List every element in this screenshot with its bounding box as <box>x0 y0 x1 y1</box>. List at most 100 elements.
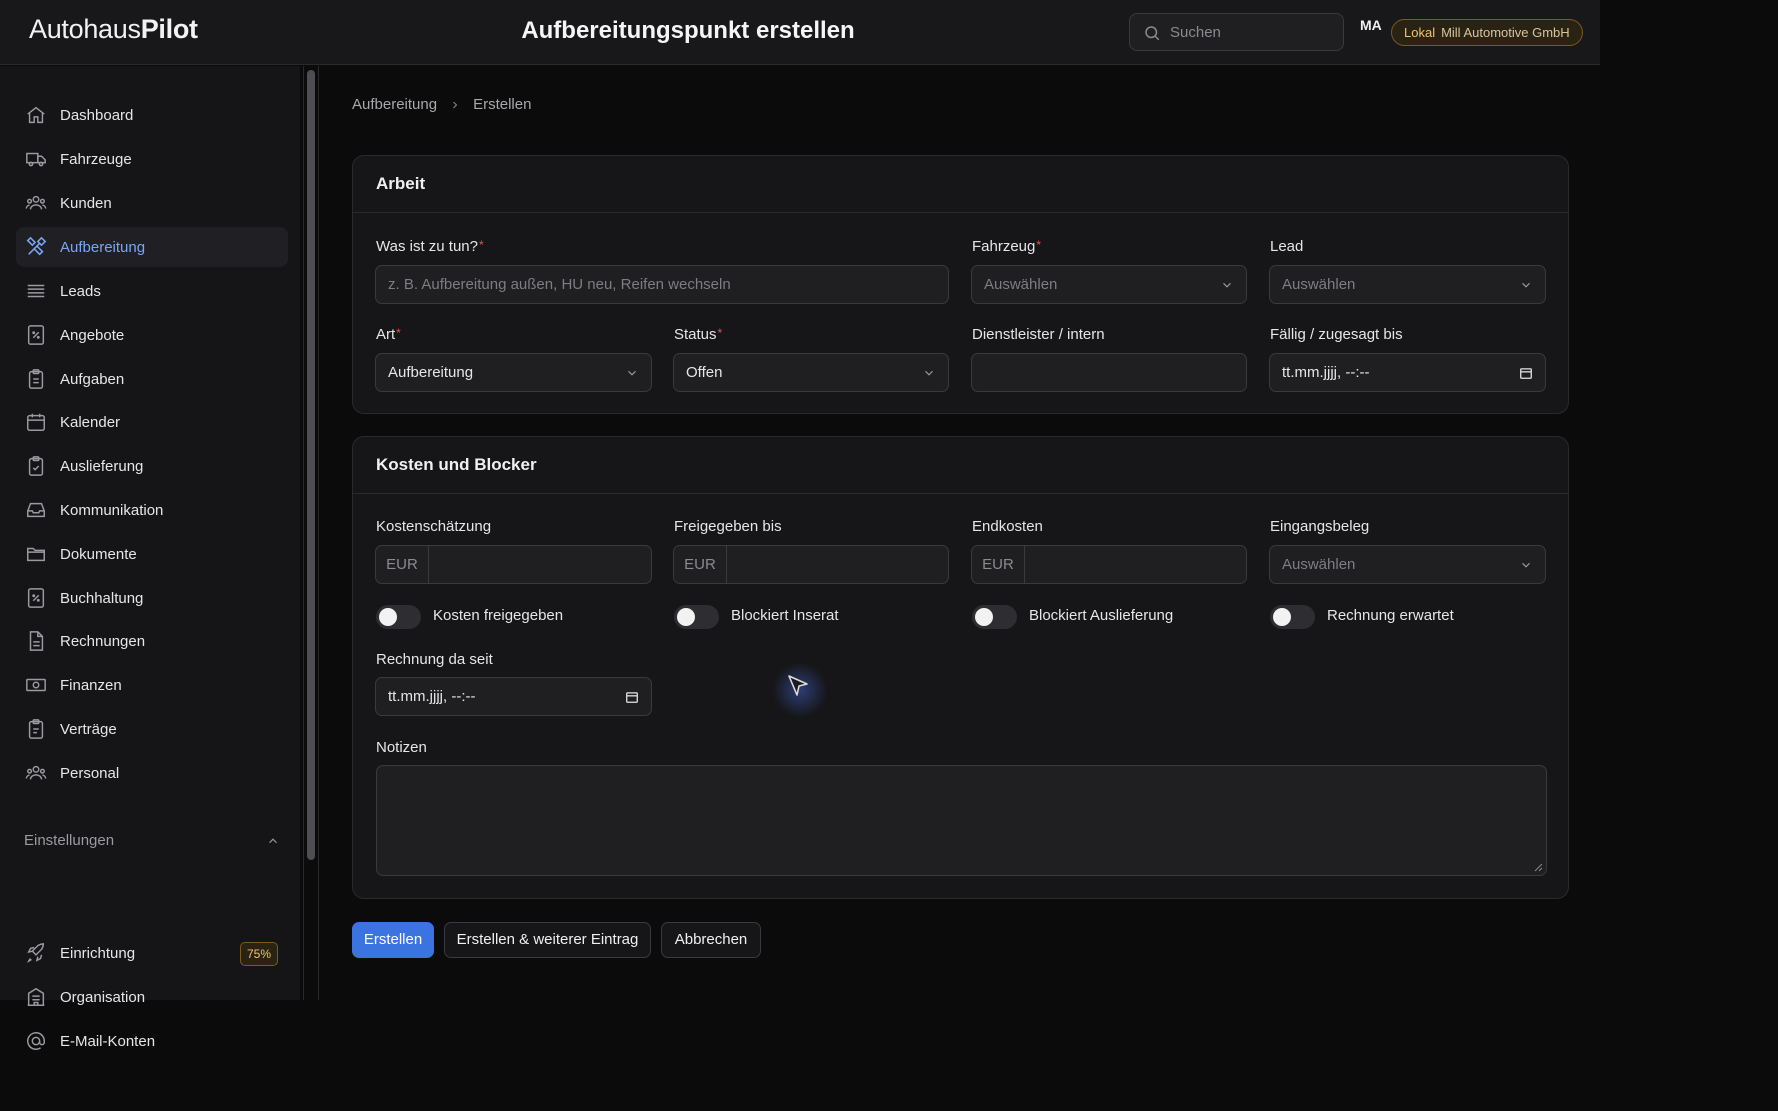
sidebar-item-kunden[interactable]: Kunden <box>16 183 288 223</box>
cancel-button[interactable]: Abbrechen <box>661 922 761 958</box>
sidebar-item-organisation[interactable]: Organisation <box>16 977 288 1017</box>
folder-icon <box>25 543 47 565</box>
sidebar-item-personal[interactable]: Personal <box>16 753 288 793</box>
sidebar: Dashboard Fahrzeuge Kunden Aufbereitung … <box>0 66 300 1050</box>
sidebar-item-label: Angebote <box>60 326 125 344</box>
task-input[interactable]: z. B. Aufbereitung außen, HU neu, Reifen… <box>375 265 949 304</box>
due-datetime-input[interactable]: tt.mm.jjjj, --:-- <box>1269 353 1546 392</box>
lead-select[interactable]: Auswählen <box>1269 265 1546 304</box>
invoice-expected-label: Rechnung erwartet <box>1327 607 1454 624</box>
type-label: Art* <box>376 326 401 343</box>
search-icon <box>1145 26 1160 41</box>
at-icon <box>25 1030 47 1052</box>
type-select[interactable]: Aufbereitung <box>375 353 652 392</box>
resize-grip-icon[interactable] <box>1533 862 1543 872</box>
sidebar-item-einrichtung[interactable]: Einrichtung 75% <box>16 933 288 973</box>
sidebar-item-dashboard[interactable]: Dashboard <box>16 95 288 135</box>
currency-prefix: EUR <box>972 546 1025 583</box>
chevron-up-icon <box>269 838 277 844</box>
chevron-down-icon <box>1223 282 1231 288</box>
receipt-select[interactable]: Auswählen <box>1269 545 1546 584</box>
sidebar-item-label: Dokumente <box>60 545 137 563</box>
settings-section-toggle[interactable]: Einstellungen <box>24 832 280 849</box>
provider-input[interactable] <box>971 353 1247 392</box>
organization-name: Mill Automotive GmbH <box>1441 25 1570 40</box>
sidebar-item-label: E-Mail-Konten <box>60 1032 156 1050</box>
inbox-icon <box>25 499 47 521</box>
sidebar-item-leads[interactable]: Leads <box>16 271 288 311</box>
final-cost-input[interactable]: EUR <box>971 545 1247 584</box>
sidebar-item-label: Kommunikation <box>60 501 164 519</box>
sidebar-item-aufgaben[interactable]: Aufgaben <box>16 359 288 399</box>
released-input[interactable]: EUR <box>673 545 949 584</box>
users-icon <box>25 762 47 784</box>
breadcrumb-parent[interactable]: Aufbereitung <box>352 96 437 113</box>
blocks-delivery-toggle[interactable] <box>972 605 1017 629</box>
task-label: Was ist zu tun?* <box>376 238 484 255</box>
avatar[interactable]: MA <box>1360 17 1382 33</box>
chevron-right-icon <box>449 99 461 111</box>
sidebar-item-label: Organisation <box>60 988 146 1006</box>
sidebar-item-label: Rechnungen <box>60 632 146 650</box>
sidebar-item-aufbereitung[interactable]: Aufbereitung <box>16 227 288 267</box>
users-icon <box>25 192 47 214</box>
sidebar-item-finanzen[interactable]: Finanzen <box>16 665 288 705</box>
blocks-delivery-label: Blockiert Auslieferung <box>1029 607 1174 624</box>
kosten-card: Kosten und Blocker Kostenschätzung EUR F… <box>352 436 1569 899</box>
status-label: Status* <box>674 326 723 343</box>
sidebar-item-label: Aufgaben <box>60 370 125 388</box>
blocks-listing-toggle[interactable] <box>674 605 719 629</box>
estimate-input[interactable]: EUR <box>375 545 652 584</box>
sidebar-scrollbar-thumb[interactable] <box>307 70 315 860</box>
create-another-button[interactable]: Erstellen & weiterer Eintrag <box>444 922 651 958</box>
search-input[interactable] <box>1170 14 1335 50</box>
sidebar-item-rechnungen[interactable]: Rechnungen <box>16 621 288 661</box>
provider-label: Dienstleister / intern <box>972 326 1105 343</box>
sidebar-item-angebote[interactable]: Angebote <box>16 315 288 355</box>
top-bar: AutohausPilot Aufbereitungspunkt erstell… <box>0 0 1600 65</box>
invoice-since-datetime-input[interactable]: tt.mm.jjjj, --:-- <box>375 677 652 716</box>
organization-chip[interactable]: Lokal Mill Automotive GmbH <box>1391 19 1583 46</box>
breadcrumb-current: Erstellen <box>473 96 532 113</box>
lead-label: Lead <box>1270 238 1304 255</box>
calendar-icon[interactable] <box>1519 366 1533 380</box>
document-icon <box>25 630 47 652</box>
environment-label: Lokal <box>1404 25 1436 40</box>
status-select[interactable]: Offen <box>673 353 949 392</box>
sidebar-item-email-konten[interactable]: E-Mail-Konten <box>16 1021 288 1061</box>
arbeit-card-title: Arbeit <box>353 156 1568 213</box>
sidebar-item-kalender[interactable]: Kalender <box>16 402 288 442</box>
sidebar-item-kommunikation[interactable]: Kommunikation <box>16 490 288 530</box>
invoice-since-label: Rechnung da seit <box>376 651 493 668</box>
blocks-listing-label: Blockiert Inserat <box>731 607 839 624</box>
home-icon <box>25 104 47 126</box>
sidebar-item-label: Personal <box>60 764 120 782</box>
cost-released-toggle[interactable] <box>376 605 421 629</box>
arbeit-card: Arbeit Was ist zu tun?* z. B. Aufbereitu… <box>352 155 1569 414</box>
notes-textarea[interactable] <box>376 765 1547 876</box>
estimate-label: Kostenschätzung <box>376 518 492 535</box>
sidebar-item-label: Dashboard <box>60 106 134 124</box>
stack-icon <box>25 280 47 302</box>
sidebar-item-dokumente[interactable]: Dokumente <box>16 534 288 574</box>
percent-doc-icon <box>25 587 47 609</box>
invoice-expected-toggle[interactable] <box>1270 605 1315 629</box>
percent-doc-icon <box>25 324 47 346</box>
chevron-down-icon <box>1522 282 1530 288</box>
search-box[interactable] <box>1129 13 1344 51</box>
sidebar-item-label: Auslieferung <box>60 457 144 475</box>
sidebar-item-buchhaltung[interactable]: Buchhaltung <box>16 578 288 618</box>
calendar-icon[interactable] <box>625 690 639 704</box>
create-button[interactable]: Erstellen <box>352 922 434 958</box>
breadcrumb: Aufbereitung Erstellen <box>352 96 531 113</box>
sidebar-item-fahrzeuge[interactable]: Fahrzeuge <box>16 139 288 179</box>
sidebar-item-label: Fahrzeuge <box>60 150 132 168</box>
sidebar-item-label: Einrichtung <box>60 944 136 962</box>
cost-released-label: Kosten freigegeben <box>433 607 564 624</box>
notes-label: Notizen <box>376 739 427 756</box>
building-icon <box>25 986 47 1008</box>
vehicle-select[interactable]: Auswählen <box>971 265 1247 304</box>
mouse-cursor-icon <box>788 675 808 696</box>
sidebar-item-auslieferung[interactable]: Auslieferung <box>16 446 288 486</box>
sidebar-item-vertraege[interactable]: Verträge <box>16 709 288 749</box>
